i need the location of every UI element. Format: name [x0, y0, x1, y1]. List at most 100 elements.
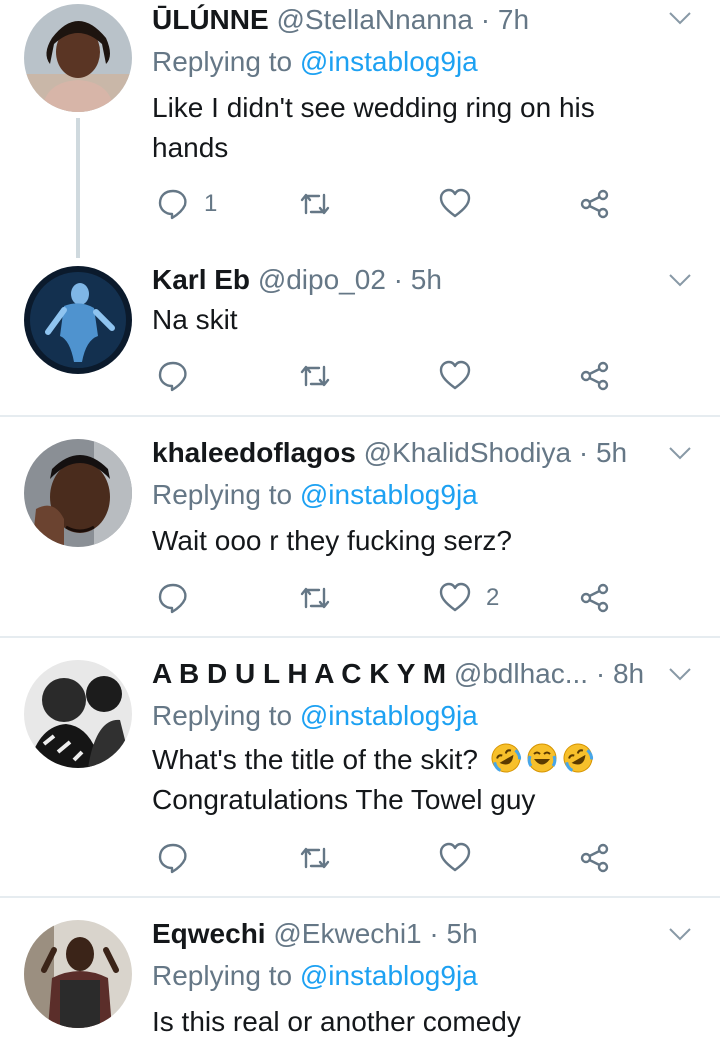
- tweet-5[interactable]: Eqwechi @Ekwechi1 · 5h Replying to @inst…: [0, 898, 720, 1061]
- share-button[interactable]: [578, 578, 612, 618]
- action-bar: [152, 838, 632, 878]
- retweet-icon: [300, 193, 330, 215]
- retweet-button[interactable]: [298, 356, 332, 396]
- like-button[interactable]: [438, 356, 472, 396]
- user-handle[interactable]: @StellaNnanna: [276, 4, 473, 35]
- tweet-text: What's the title of the skit? Congratula…: [152, 740, 680, 820]
- caret-down-icon[interactable]: [668, 268, 692, 292]
- caret-down-icon[interactable]: [668, 441, 692, 465]
- retweet-icon: [300, 365, 330, 387]
- retweet-icon: [300, 587, 330, 609]
- replying-to-label: Replying to: [152, 46, 293, 77]
- tweet-4[interactable]: A B D U L H A C K Y M @bdlhac... · 8h Re…: [0, 638, 720, 896]
- caret-down-icon[interactable]: [668, 662, 692, 686]
- tweet-header: khaleedoflagos @KhalidShodiya · 5h: [152, 433, 660, 473]
- replying-to: Replying to @instablog9ja: [152, 42, 478, 82]
- retweet-button[interactable]: [298, 838, 332, 878]
- avatar[interactable]: [24, 439, 132, 547]
- share-button[interactable]: [578, 838, 612, 878]
- tweet-2[interactable]: Karl Eb @dipo_02 · 5h Na skit: [0, 250, 720, 416]
- tweet-text-line: hands: [152, 132, 229, 163]
- user-handle[interactable]: @dipo_02: [258, 264, 386, 295]
- share-icon: [580, 189, 609, 219]
- user-handle[interactable]: @Ekwechi1: [273, 918, 421, 949]
- tweet-text: Is this real or another comedy: [152, 1002, 680, 1042]
- tweet-text-line: Congratulations The Towel guy: [152, 784, 536, 815]
- separator-dot: ·: [578, 437, 589, 468]
- like-icon: [439, 842, 471, 872]
- timestamp[interactable]: 7h: [498, 4, 529, 35]
- reply-button[interactable]: [156, 578, 190, 618]
- tweet-1[interactable]: ŪLÚNNE @StellaNnanna · 7h Replying to @i…: [0, 0, 720, 258]
- like-button[interactable]: [438, 184, 472, 224]
- replying-to: Replying to @instablog9ja: [152, 475, 478, 515]
- action-bar: 1: [152, 184, 632, 224]
- tweet-text: Na skit: [152, 300, 680, 340]
- reply-icon: [158, 843, 187, 874]
- tweet-text-line: What's the title of the skit?: [152, 744, 478, 775]
- display-name[interactable]: A B D U L H A C K Y M: [152, 658, 446, 689]
- avatar[interactable]: [24, 4, 132, 112]
- share-icon: [580, 361, 609, 391]
- user-handle[interactable]: @KhalidShodiya: [364, 437, 571, 468]
- tweet-header: A B D U L H A C K Y M @bdlhac... · 8h: [152, 654, 660, 694]
- separator-dot: ·: [429, 918, 439, 949]
- rolling-on-floor-laughing-emoji-icon: [563, 743, 593, 773]
- avatar[interactable]: [24, 920, 132, 1028]
- tweet-text-line-with-emoji: What's the title of the skit?: [152, 740, 680, 780]
- caret-down-icon[interactable]: [668, 6, 692, 30]
- display-name[interactable]: ŪLÚNNE: [152, 4, 269, 35]
- retweet-icon: [300, 847, 330, 869]
- display-name[interactable]: khaleedoflagos: [152, 437, 356, 468]
- avatar[interactable]: [24, 660, 132, 768]
- thread-line: [76, 118, 80, 258]
- tweet-text: Like I didn't see wedding ring on his ha…: [152, 88, 680, 168]
- tweet-text-line: Is this real or another comedy: [152, 1006, 521, 1037]
- tweet-3[interactable]: khaleedoflagos @KhalidShodiya · 5h Reply…: [0, 417, 720, 636]
- avatar[interactable]: [24, 266, 132, 374]
- timestamp[interactable]: 5h: [411, 264, 442, 295]
- display-name[interactable]: Eqwechi: [152, 918, 266, 949]
- tweet-header: ŪLÚNNE @StellaNnanna · 7h: [152, 0, 660, 40]
- mention-link[interactable]: @instablog9ja: [300, 700, 478, 731]
- user-handle[interactable]: @bdlhac...: [454, 658, 588, 689]
- reply-button[interactable]: 1: [156, 184, 217, 224]
- timestamp[interactable]: 5h: [596, 437, 627, 468]
- reply-button[interactable]: [156, 838, 190, 878]
- retweet-button[interactable]: [298, 184, 332, 224]
- share-button[interactable]: [578, 356, 612, 396]
- like-button[interactable]: 2: [438, 578, 499, 618]
- tweet-text-line: Na skit: [152, 304, 238, 335]
- mention-link[interactable]: @instablog9ja: [300, 46, 478, 77]
- separator-dot: ·: [595, 658, 606, 689]
- action-bar: [152, 356, 632, 396]
- replying-to-label: Replying to: [152, 960, 293, 991]
- share-icon: [580, 583, 609, 613]
- like-count: 2: [486, 584, 500, 611]
- mention-link[interactable]: @instablog9ja: [300, 960, 478, 991]
- rolling-on-floor-laughing-emoji-icon: [491, 743, 521, 773]
- mention-link[interactable]: @instablog9ja: [300, 479, 478, 510]
- share-icon: [580, 843, 609, 873]
- tweet-header: Eqwechi @Ekwechi1 · 5h: [152, 914, 660, 954]
- like-button[interactable]: [438, 838, 472, 878]
- timestamp[interactable]: 8h: [613, 658, 644, 689]
- share-button[interactable]: [578, 184, 612, 224]
- tears-of-joy-emoji-icon: [527, 743, 557, 773]
- tweet-text-line: Wait ooo r they fucking serz?: [152, 525, 513, 556]
- reply-button[interactable]: [156, 356, 190, 396]
- like-icon: [439, 188, 471, 218]
- reply-icon: [158, 583, 187, 614]
- timestamp[interactable]: 5h: [447, 918, 478, 949]
- display-name[interactable]: Karl Eb: [152, 264, 250, 295]
- like-icon: [439, 582, 471, 612]
- retweet-button[interactable]: [298, 578, 332, 618]
- replying-to-label: Replying to: [152, 700, 293, 731]
- replying-to: Replying to @instablog9ja: [152, 696, 478, 736]
- caret-down-icon[interactable]: [668, 922, 692, 946]
- like-icon: [439, 360, 471, 390]
- replying-to-label: Replying to: [152, 479, 293, 510]
- separator-dot: ·: [480, 4, 491, 35]
- reply-icon: [158, 189, 187, 220]
- tweet-text-line: Like I didn't see wedding ring on his: [152, 92, 595, 123]
